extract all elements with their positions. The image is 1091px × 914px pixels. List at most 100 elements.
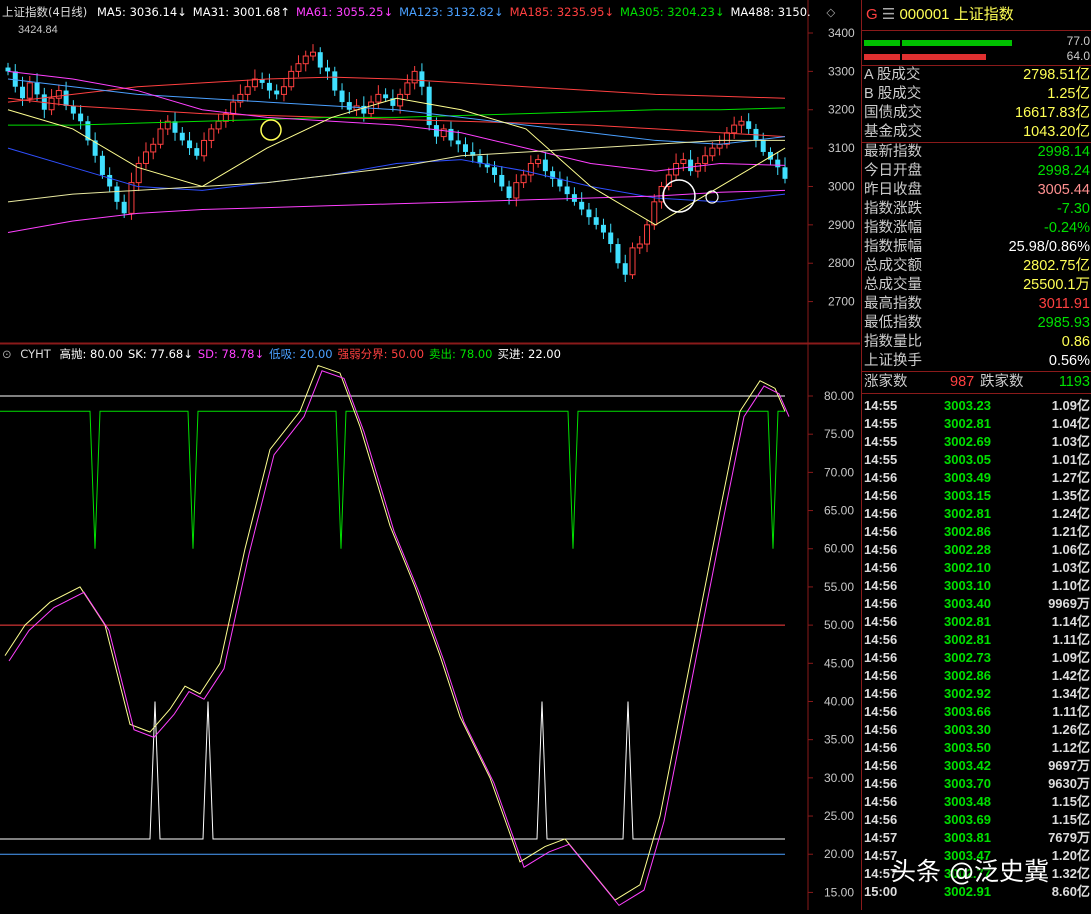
stat-value: 1043.20亿 bbox=[1023, 124, 1090, 140]
stat-label: 最低指数 bbox=[864, 315, 922, 331]
price-axis-label: 3200 bbox=[828, 103, 855, 117]
tick-row: 14:56 3002.10 1.03亿 bbox=[864, 559, 1090, 577]
candle-body bbox=[208, 128, 215, 141]
stat-value: 2998.24 bbox=[1037, 163, 1090, 179]
tick-time: 14:56 bbox=[864, 506, 898, 521]
candle-body bbox=[70, 105, 76, 114]
tick-amount: 1.35亿 bbox=[1051, 488, 1090, 503]
candle-body bbox=[760, 140, 766, 152]
tick-row: 14:56 3003.66 1.11亿 bbox=[864, 703, 1090, 721]
candle-body bbox=[419, 71, 425, 87]
candle-body bbox=[731, 124, 738, 134]
price-axis-label: 3300 bbox=[828, 64, 855, 78]
tick-time: 14:56 bbox=[864, 470, 898, 485]
tick-time: 14:56 bbox=[864, 722, 898, 737]
candle-body bbox=[520, 174, 527, 184]
tick-time: 14:56 bbox=[864, 650, 898, 665]
candle-body bbox=[142, 151, 149, 164]
ma123-line bbox=[7, 78, 786, 145]
candle-body bbox=[280, 86, 287, 95]
tick-amount: 1.06亿 bbox=[1051, 542, 1090, 557]
tick-amount: 1.14亿 bbox=[1051, 614, 1090, 629]
candle-body bbox=[411, 70, 418, 84]
tick-row: 14:56 3002.81 1.11亿 bbox=[864, 631, 1090, 649]
tick-amount: 1.03亿 bbox=[1051, 560, 1090, 575]
candle-body bbox=[586, 209, 592, 218]
tick-amount: 1.12亿 bbox=[1051, 740, 1090, 755]
volume-section: A 股成交 2798.51亿 B 股成交 1.25亿 国债成交 16617.83亿 基金成交… bbox=[862, 65, 1091, 142]
chart-area[interactable]: 3400 3300 3200 3100 3000 2900 2800 2700 3424.84 8… bbox=[0, 0, 860, 910]
tick-time: 14:56 bbox=[864, 632, 898, 647]
candle-body bbox=[375, 93, 382, 103]
tick-price: 3003.40 bbox=[944, 596, 991, 611]
main-chart-title: 上证指数(4日线) bbox=[2, 5, 88, 19]
up-count-label: 涨家数 bbox=[864, 374, 908, 390]
stat-row: 上证换手 0.56% bbox=[862, 352, 1091, 371]
candle-body bbox=[274, 90, 280, 95]
chart-svg[interactable]: 3400 3300 3200 3100 3000 2900 2800 2700 3424.84 8… bbox=[0, 0, 860, 910]
group-badge[interactable]: G bbox=[866, 6, 878, 23]
sell-strength-bar bbox=[864, 54, 986, 60]
stat-row: 总成交量 25500.1万 bbox=[862, 276, 1091, 295]
sell-signal-line bbox=[0, 410, 785, 549]
stat-label: 今日开盘 bbox=[864, 163, 922, 179]
candle-body bbox=[26, 82, 33, 99]
tick-amount: 1.04亿 bbox=[1051, 416, 1090, 431]
window-restore-icon[interactable]: ◇ bbox=[826, 5, 835, 19]
sell-strength-value: 64.0 bbox=[1066, 49, 1090, 63]
tick-amount: 1.15亿 bbox=[1051, 794, 1090, 809]
tick-row: 14:56 3003.70 9630万 bbox=[864, 775, 1090, 793]
candle-body bbox=[201, 139, 208, 157]
strength-bars: 77.0 64.0 bbox=[862, 31, 1091, 65]
tick-price: 3003.30 bbox=[944, 722, 991, 737]
tick-amount: 1.03亿 bbox=[1051, 434, 1090, 449]
candle-body bbox=[746, 121, 752, 129]
stat-row: 总成交额 2802.75亿 bbox=[862, 257, 1091, 276]
candle-body bbox=[723, 132, 730, 145]
candle-body bbox=[644, 224, 651, 245]
tick-price: 3002.81 bbox=[944, 506, 991, 521]
candle-body bbox=[150, 143, 157, 153]
candle-body bbox=[230, 101, 237, 115]
indicator-axis-label: 75.00 bbox=[824, 427, 854, 441]
settings-icon[interactable]: ⊙ bbox=[2, 347, 12, 361]
stat-row: 基金成交 1043.20亿 bbox=[862, 123, 1091, 142]
stat-label: 指数涨跌 bbox=[864, 201, 922, 217]
candle-body bbox=[34, 82, 40, 95]
tick-row: 14:56 3003.69 1.15亿 bbox=[864, 811, 1090, 829]
tick-list[interactable]: 14:55 3003.23 1.09亿 14:55 3002.81 1.04亿 14:55 3… bbox=[862, 394, 1091, 904]
tick-amount: 1.15亿 bbox=[1051, 812, 1090, 827]
candle-body bbox=[716, 143, 723, 149]
tick-time: 14:56 bbox=[864, 524, 898, 539]
tick-price: 3003.66 bbox=[944, 704, 991, 719]
ma-legend-item: MA305: 3204.23↓ bbox=[620, 5, 725, 19]
tick-row: 14:56 3003.50 1.12亿 bbox=[864, 739, 1090, 757]
indicator-axis-label: 25.00 bbox=[824, 809, 854, 823]
candle-body bbox=[295, 63, 302, 72]
stat-value: 1.25亿 bbox=[1047, 86, 1090, 102]
tick-time: 14:56 bbox=[864, 488, 898, 503]
candle-body bbox=[629, 247, 636, 276]
tick-amount: 1.27亿 bbox=[1051, 470, 1090, 485]
candle-body bbox=[527, 162, 534, 176]
tick-time: 14:56 bbox=[864, 614, 898, 629]
signal-circle bbox=[260, 119, 282, 141]
candle-body bbox=[20, 86, 26, 99]
tick-price: 3003.48 bbox=[944, 794, 991, 809]
indicator-legend-item: SD: 78.78↓ bbox=[197, 347, 265, 361]
menu-icon[interactable]: ☰ bbox=[882, 6, 895, 23]
tick-price: 3002.86 bbox=[944, 524, 991, 539]
candle-body bbox=[680, 159, 687, 164]
tick-price: 3003.50 bbox=[944, 740, 991, 755]
signal-circle bbox=[662, 179, 696, 213]
tick-price: 3003.81 bbox=[944, 830, 991, 845]
indicator-legend-item: 低吸: 20.00 bbox=[269, 347, 333, 361]
candle-body bbox=[593, 217, 599, 225]
tick-row: 14:55 3003.23 1.09亿 bbox=[864, 397, 1090, 415]
indicator-axis-label: 35.00 bbox=[824, 733, 854, 747]
stat-row: 指数量比 0.86 bbox=[862, 333, 1091, 352]
candle-body bbox=[135, 162, 142, 184]
price-axis-label: 3000 bbox=[828, 179, 855, 193]
indicator-axis-label: 65.00 bbox=[824, 504, 854, 518]
stat-label: 总成交量 bbox=[864, 277, 922, 293]
